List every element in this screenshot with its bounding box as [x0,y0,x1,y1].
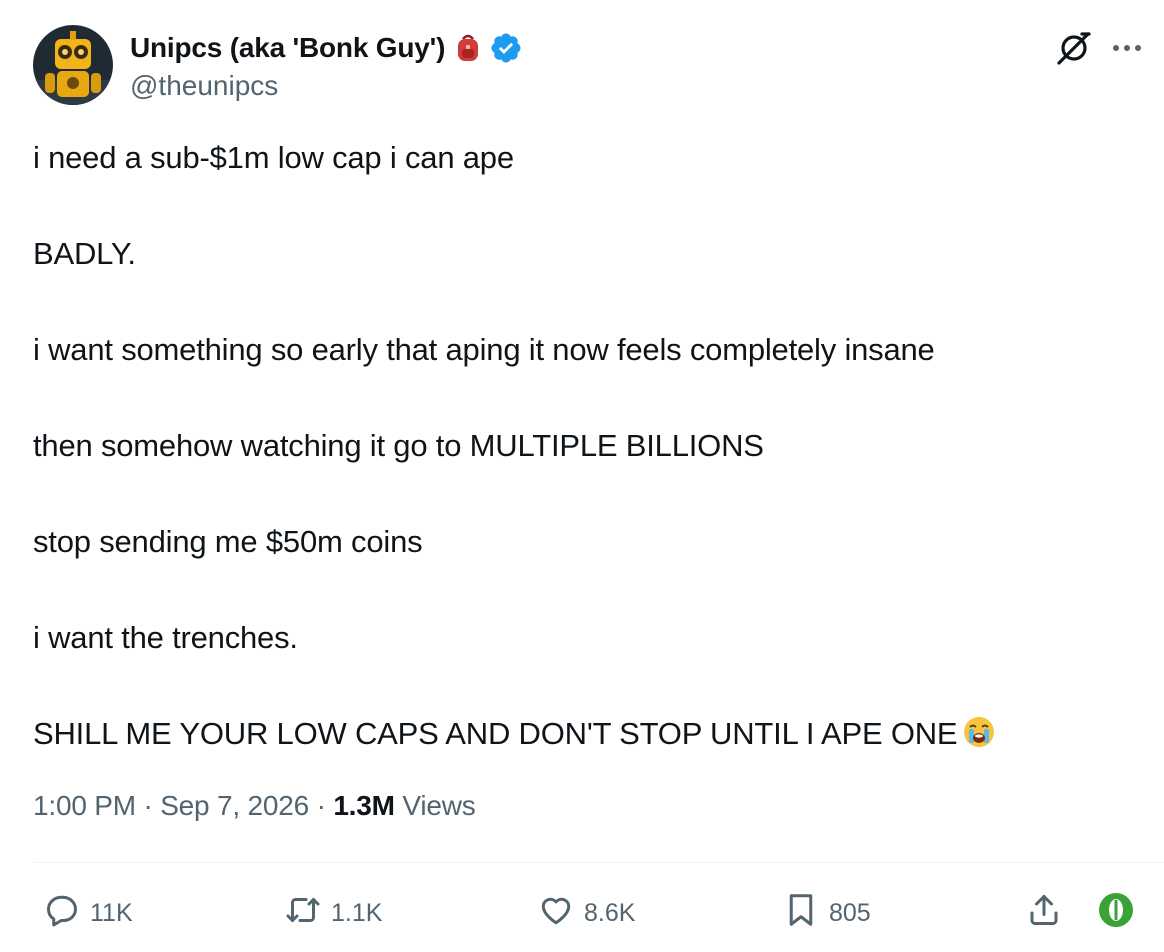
tweet-card: Unipcs (aka 'Bonk Guy') @theunipcs i nee… [0,0,1164,952]
extension-button[interactable] [1098,888,1134,938]
name-row: Unipcs (aka 'Bonk Guy') [130,28,523,68]
tweet-line-last: SHILL ME YOUR LOW CAPS AND DON'T STOP UN… [33,710,1143,758]
bookmark-icon [783,892,819,935]
reply-button[interactable]: 11K [44,888,133,938]
separator: · [309,790,334,821]
more-options-icon[interactable] [1110,31,1144,65]
tweet-line: i want the trenches. [33,620,298,655]
heart-icon [538,892,574,935]
separator: · [135,790,161,821]
repost-button[interactable]: 1.1K [285,888,382,938]
reply-icon [44,892,80,935]
verified-badge-icon[interactable] [489,31,523,65]
bookmark-count: 805 [829,898,871,927]
divider [33,862,1164,863]
share-icon [1026,892,1062,935]
tweet-meta: 1:00 PM · Sep 7, 2026 · 1.3M Views [33,790,476,822]
like-count: 8.6K [584,898,636,927]
handle[interactable]: @theunipcs [130,70,523,102]
bookmark-button[interactable]: 805 [783,888,871,938]
tweet-line: i need a sub-$1m low cap i can ape [33,140,514,175]
loudly-crying-face-icon [963,714,995,747]
like-button[interactable]: 8.6K [538,888,635,938]
avatar[interactable] [33,25,113,105]
repost-count: 1.1K [331,898,383,927]
tweet-text: i need a sub-$1m low cap i can ape BADLY… [33,134,1143,758]
repost-icon [285,892,321,935]
tweet-line: stop sending me $50m coins [33,524,423,559]
top-right-controls [1054,28,1144,68]
author-info: Unipcs (aka 'Bonk Guy') @theunipcs [130,28,523,102]
tweet-time[interactable]: 1:00 PM [33,790,136,821]
backpack-icon [455,33,481,63]
tweet-line: then somehow watching it go to MULTIPLE … [33,428,764,463]
tweet-line: i want something so early that aping it … [33,332,935,367]
tweet-line: BADLY. [33,236,136,271]
grok-icon[interactable] [1054,28,1094,68]
share-button[interactable] [1026,888,1062,938]
reply-count: 11K [90,898,133,927]
views-label: Views [394,790,476,821]
tweet-line-text: SHILL ME YOUR LOW CAPS AND DON'T STOP UN… [33,716,958,751]
green-leaf-icon [1098,892,1134,935]
tweet-date[interactable]: Sep 7, 2026 [160,790,309,821]
action-bar: 11K 1.1K 8.6K 805 [0,888,1164,938]
views-count[interactable]: 1.3M [333,790,395,821]
display-name[interactable]: Unipcs (aka 'Bonk Guy') [130,32,445,64]
